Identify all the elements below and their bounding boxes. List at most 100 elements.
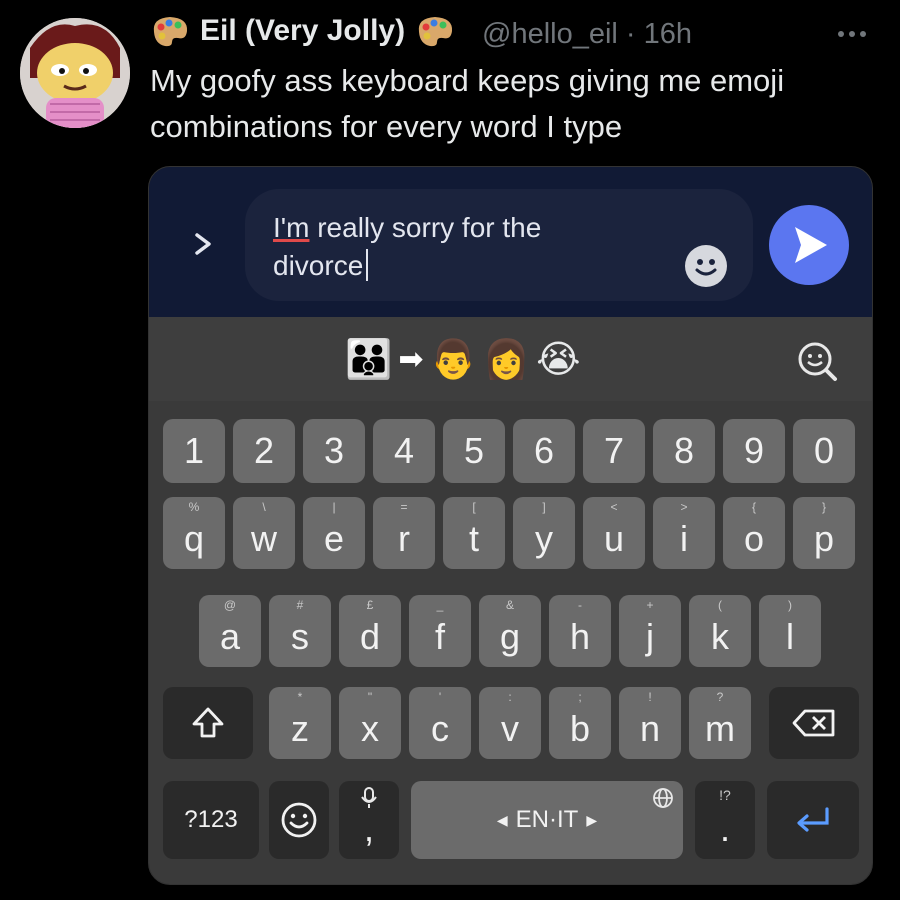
key-n[interactable]: ! n [619, 687, 681, 759]
key-hint: - [578, 598, 582, 612]
display-name[interactable]: Eil (Very Jolly) [150, 14, 455, 48]
enter-key[interactable] [767, 781, 859, 859]
key-label: 7 [603, 430, 625, 471]
key-g[interactable]: & g [479, 595, 541, 667]
handle-and-time[interactable]: @hello_eil · 16h [482, 18, 692, 51]
key-9[interactable]: 9 [723, 419, 785, 483]
key-k[interactable]: (k [689, 595, 751, 667]
key-label: k [711, 616, 729, 657]
arrow-emoji: ➡ [398, 343, 424, 376]
key-d[interactable]: £ d [339, 595, 401, 667]
key-hint: ( [718, 598, 722, 612]
key-hint: : [508, 690, 512, 704]
backspace-key[interactable] [769, 687, 859, 759]
more-options-icon[interactable] [838, 24, 874, 44]
key-label: l [786, 616, 794, 657]
key-label: 9 [743, 430, 765, 471]
emoji-key[interactable] [269, 781, 329, 859]
key-c[interactable]: ' c [409, 687, 471, 759]
key-label: v [501, 708, 519, 749]
chevron-right-icon[interactable] [191, 229, 215, 259]
display-name-text: Eil (Very Jolly) [200, 14, 406, 47]
key-s[interactable]: # s [269, 595, 331, 667]
key-label: n [639, 708, 661, 749]
key-h[interactable]: -h [549, 595, 611, 667]
key-8[interactable]: 8 [653, 419, 715, 483]
key-x[interactable]: " x [339, 687, 401, 759]
key-6[interactable]: 6 [513, 419, 575, 483]
emoji-button[interactable] [685, 245, 727, 287]
key-b[interactable]: ; b [549, 687, 611, 759]
attached-image[interactable]: I'm really sorry for the divorce 👪 ➡ 👨 � [148, 166, 873, 885]
key-j[interactable]: + j [619, 595, 681, 667]
comma-key[interactable]: , [339, 781, 399, 859]
key-label: m [705, 708, 735, 749]
key-i[interactable]: > i [653, 497, 715, 569]
key-5[interactable]: 5 [443, 419, 505, 483]
key-4[interactable]: 4 [373, 419, 435, 483]
key-hint: } [821, 500, 826, 514]
key-hint: [ [472, 500, 476, 514]
avatar[interactable] [20, 18, 130, 128]
key-r[interactable]: = r [373, 497, 435, 569]
key-hint: % [188, 500, 200, 514]
mic-icon [339, 787, 399, 812]
send-button[interactable] [769, 205, 849, 285]
key-label: 0 [813, 430, 835, 471]
key-z[interactable]: * z [269, 687, 331, 759]
key-3[interactable]: 3 [303, 419, 365, 483]
key-label: b [569, 708, 591, 749]
misspelled-word: I'm [273, 212, 310, 243]
key-f[interactable]: _ f [409, 595, 471, 667]
emoji-search-icon[interactable] [795, 339, 839, 383]
key-v[interactable]: :v [479, 687, 541, 759]
crying-emoji: 😭 [536, 339, 581, 381]
tweet-text: My goofy ass keyboard keeps giving me em… [150, 63, 785, 144]
key-0[interactable]: 0 [793, 419, 855, 483]
key-label: 5 [463, 430, 485, 471]
message-text-part: divorce [273, 250, 364, 281]
key-label: d [359, 616, 381, 657]
emoji-combo-suggestion[interactable]: 👪 ➡ 👨 👩 😭 [345, 337, 581, 382]
key-7[interactable]: 7 [583, 419, 645, 483]
key-m[interactable]: ? m [689, 687, 751, 759]
key-hint: ) [788, 598, 792, 612]
key-l[interactable]: ) l [759, 595, 821, 667]
key-2[interactable]: 2 [233, 419, 295, 483]
key-label: 4 [393, 430, 415, 471]
message-input[interactable]: I'm really sorry for the divorce [245, 189, 753, 301]
send-icon [795, 227, 827, 263]
chevron-right-icon: ▶ [586, 811, 598, 828]
shift-key[interactable] [163, 687, 253, 759]
spacebar[interactable]: ◀ EN·IT ▶ [411, 781, 683, 859]
language-label: EN·IT [515, 806, 579, 833]
key-label: x [361, 708, 379, 749]
key-label: w [251, 518, 277, 559]
key-p[interactable]: } p [793, 497, 855, 569]
key-hint: & [505, 598, 514, 612]
key-label: y [535, 518, 553, 559]
key-hint: ' [438, 690, 442, 704]
key-w[interactable]: \ w [233, 497, 295, 569]
key-hint: > [680, 500, 688, 514]
period-key[interactable]: !? . [695, 781, 755, 859]
message-text: I'm really sorry for the divorce [273, 209, 673, 285]
key-hint: = [400, 500, 408, 514]
key-o[interactable]: {o [723, 497, 785, 569]
key-hint: ? [716, 690, 724, 704]
key-u[interactable]: < u [583, 497, 645, 569]
key-label: 2 [253, 430, 275, 471]
key-e[interactable]: | e [303, 497, 365, 569]
key-label: a [219, 616, 241, 657]
key-y[interactable]: ] y [513, 497, 575, 569]
symbols-key[interactable]: ?123 [163, 781, 259, 859]
key-label: 6 [533, 430, 555, 471]
key-a[interactable]: @ a [199, 595, 261, 667]
key-label: s [291, 616, 309, 657]
key-t[interactable]: [t [443, 497, 505, 569]
key-label: c [431, 708, 449, 749]
key-label: p [813, 518, 835, 559]
text-cursor [366, 249, 369, 281]
key-1[interactable]: 1 [163, 419, 225, 483]
key-q[interactable]: % q [163, 497, 225, 569]
